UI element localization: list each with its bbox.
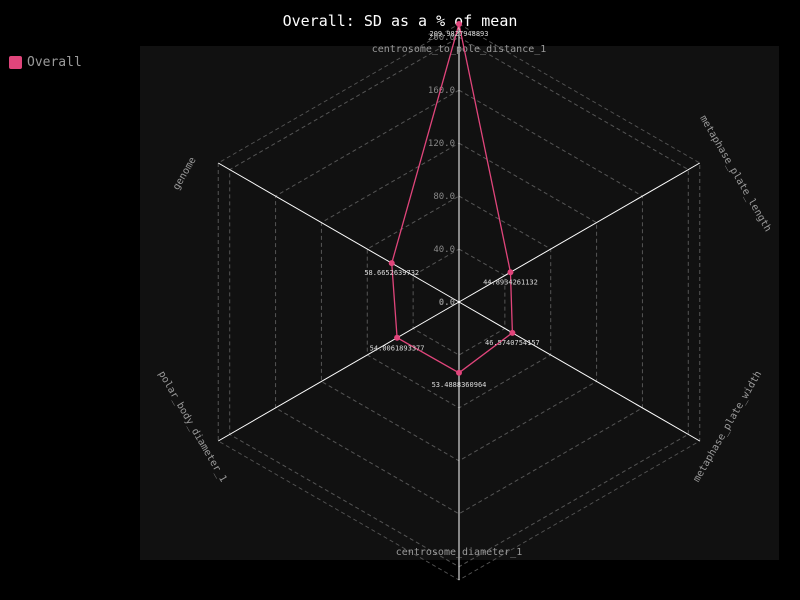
data-label-1: 44.8934261132	[483, 278, 538, 286]
data-label-5: 58.6652639732	[364, 269, 419, 277]
radar-chart: 0.040.080.0120.0160.0200.0centrosome_to_…	[156, 21, 773, 581]
data-point-3	[456, 369, 462, 376]
axis-label-3: centrosome_diameter_1	[396, 547, 522, 558]
axis-label-4: polar_body_diameter_1	[156, 369, 229, 484]
data-point-2	[509, 329, 516, 336]
data-point-0	[456, 21, 462, 28]
data-point-1	[507, 269, 514, 276]
data-label-0: 209.9827948893	[429, 30, 488, 38]
axis-label-1: metaphase_plate_length	[697, 114, 773, 234]
axis-label-2: metaphase_plate_width	[691, 369, 764, 484]
data-point-4	[394, 334, 401, 341]
axis-label-5: genome	[171, 155, 199, 192]
radial-tick-label-3: 120.0	[428, 139, 455, 149]
axis-line-4	[217, 301, 460, 442]
radial-tick-label-1: 40.0	[433, 245, 455, 255]
radial-tick-label-0: 0.0	[439, 298, 455, 308]
axis-line-2	[458, 301, 701, 442]
radial-tick-label-2: 80.0	[433, 192, 455, 202]
axis-label-0: centrosome_to_pole_distance_1	[372, 44, 547, 55]
data-label-3: 53.4888360964	[432, 381, 487, 389]
data-label-4: 54.0061893377	[370, 345, 425, 353]
axis-line-5	[217, 162, 460, 303]
data-label-2: 46.5740754157	[485, 339, 540, 347]
data-point-5	[388, 260, 395, 267]
